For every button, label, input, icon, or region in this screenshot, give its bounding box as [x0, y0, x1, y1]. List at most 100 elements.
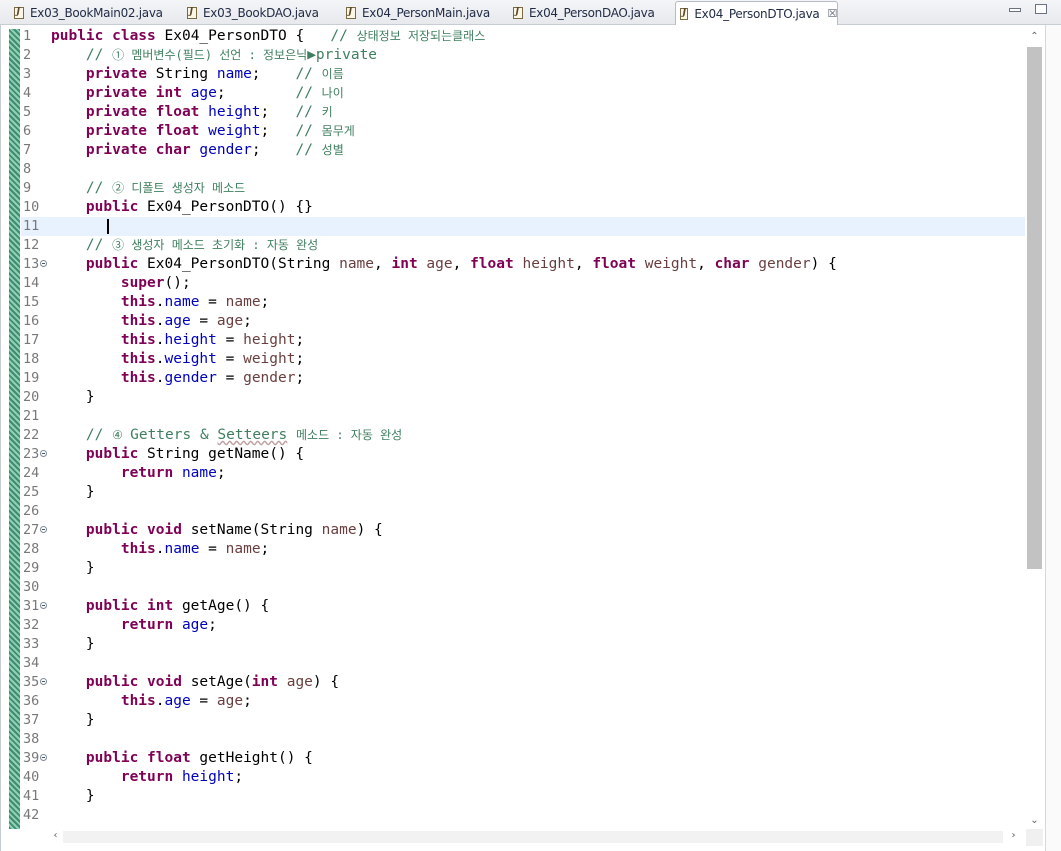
- code-line[interactable]: 25 }: [21, 483, 1025, 502]
- code-line[interactable]: 17 this.height = height;: [21, 331, 1025, 350]
- code-token: private float: [85, 123, 209, 139]
- code-line[interactable]: 24 return name;: [21, 464, 1025, 483]
- code-token: }: [51, 484, 95, 500]
- code-token: //: [295, 85, 322, 101]
- code-token: .: [155, 313, 165, 329]
- line-number: 1: [23, 28, 32, 44]
- code-text: // ③ 생성자 메소드 초기화 : 자동 완성: [51, 236, 318, 255]
- horizontal-scroll-thumb[interactable]: [63, 831, 1003, 843]
- code-line[interactable]: 16 this.age = age;: [21, 312, 1025, 331]
- code-line[interactable]: 11: [21, 217, 1025, 236]
- line-number: 40: [23, 769, 40, 785]
- collapse-icon[interactable]: [40, 260, 47, 267]
- code-area[interactable]: 1 public class Ex04_PersonDTO { // 상태정보 저…: [21, 27, 1025, 829]
- code-line[interactable]: 26: [21, 502, 1025, 521]
- code-token: Setteers: [217, 427, 288, 443]
- code-token: .: [155, 351, 165, 367]
- code-line[interactable]: 32 return age;: [21, 616, 1025, 635]
- code-line[interactable]: 12 // ③ 생성자 메소드 초기화 : 자동 완성: [21, 236, 1025, 255]
- code-line[interactable]: 18 this.weight = weight;: [21, 350, 1025, 369]
- code-token: ③ 생성자 메소드 초기화 : 자동 완성: [112, 238, 319, 252]
- tab-ex04-personmain[interactable]: Ex04_PersonMain.java: [342, 1, 508, 24]
- code-line[interactable]: 31 public int getAge() {: [21, 597, 1025, 616]
- vertical-scrollbar[interactable]: ⌃ ⌄: [1026, 29, 1043, 829]
- code-line[interactable]: 37 }: [21, 711, 1025, 730]
- code-text: this.height = height;: [51, 331, 304, 350]
- collapse-icon[interactable]: [40, 450, 47, 457]
- tab-ex04-persondto[interactable]: Ex04_PersonDTO.java ☒: [675, 1, 838, 25]
- code-line[interactable]: 38: [21, 730, 1025, 749]
- code-line[interactable]: 30: [21, 578, 1025, 597]
- collapse-icon[interactable]: [40, 754, 47, 761]
- code-line[interactable]: 10 public Ex04_PersonDTO() {}: [21, 198, 1025, 217]
- scroll-up-icon[interactable]: ⌃: [1026, 31, 1043, 42]
- vertical-scroll-thumb[interactable]: [1027, 47, 1042, 569]
- scroll-right-icon[interactable]: ›: [1005, 830, 1022, 841]
- horizontal-scrollbar[interactable]: ‹ ›: [45, 829, 1026, 845]
- code-line[interactable]: 39 public float getHeight() {: [21, 749, 1025, 768]
- tab-label: Ex04_PersonDAO.java: [529, 5, 655, 20]
- tab-ex03-bookdao[interactable]: Ex03_BookDAO.java: [183, 1, 341, 24]
- code-line[interactable]: 1 public class Ex04_PersonDTO { // 상태정보 저…: [21, 27, 1025, 46]
- code-line[interactable]: 40 return height;: [21, 768, 1025, 787]
- code-line[interactable]: 8: [21, 160, 1025, 179]
- collapse-icon[interactable]: [40, 602, 47, 609]
- code-token: name: [164, 294, 200, 310]
- scroll-down-icon[interactable]: ⌄: [1026, 815, 1043, 826]
- code-line[interactable]: 6 private float weight; // 몸무게: [21, 122, 1025, 141]
- tab-ex04-persondao[interactable]: Ex04_PersonDAO.java: [509, 1, 673, 24]
- collapse-icon[interactable]: [40, 526, 47, 533]
- java-file-icon: [513, 6, 523, 19]
- line-number: 33: [23, 636, 40, 652]
- scroll-left-icon[interactable]: ‹: [47, 830, 64, 841]
- code-line[interactable]: 20 }: [21, 388, 1025, 407]
- line-number: 16: [23, 313, 40, 329]
- code-line[interactable]: 21: [21, 407, 1025, 426]
- code-token: private char: [85, 142, 200, 158]
- code-token: .: [155, 332, 165, 348]
- code-token: age: [216, 313, 244, 329]
- code-line[interactable]: 34: [21, 654, 1025, 673]
- editor-tab-bar: Ex03_BookMain02.java Ex03_BookDAO.java E…: [0, 0, 1061, 25]
- code-line[interactable]: 13 public Ex04_PersonDTO(String name, in…: [21, 255, 1025, 274]
- code-line[interactable]: 36 this.age = age;: [21, 692, 1025, 711]
- code-line[interactable]: 22 // ④ Getters & Setteers 메소드 : 자동 완성: [21, 426, 1025, 445]
- minimize-icon[interactable]: [1009, 8, 1021, 12]
- code-line[interactable]: 9 // ② 디폴트 생성자 메소드: [21, 179, 1025, 198]
- code-line[interactable]: 15 this.name = name;: [21, 293, 1025, 312]
- code-line[interactable]: 41 }: [21, 787, 1025, 806]
- close-tab-icon[interactable]: ☒: [827, 7, 837, 20]
- code-line[interactable]: 29 }: [21, 559, 1025, 578]
- code-line[interactable]: 33 }: [21, 635, 1025, 654]
- code-editor[interactable]: 1 public class Ex04_PersonDTO { // 상태정보 저…: [0, 25, 1061, 851]
- code-token: ,: [574, 256, 593, 272]
- collapse-icon[interactable]: [40, 678, 47, 685]
- code-line[interactable]: 4 private int age; // 나이: [21, 84, 1025, 103]
- tab-ex03-bookmain02[interactable]: Ex03_BookMain02.java: [10, 1, 182, 24]
- code-text: public void setName(String name) {: [51, 521, 383, 540]
- code-token: height: [522, 256, 575, 272]
- code-line[interactable]: 14 super();: [21, 274, 1025, 293]
- code-line[interactable]: 23 public String getName() {: [21, 445, 1025, 464]
- code-line[interactable]: 19 this.gender = gender;: [21, 369, 1025, 388]
- code-line[interactable]: 3 private String name; // 이름: [21, 65, 1025, 84]
- maximize-icon[interactable]: [1035, 4, 1047, 14]
- line-number: 42: [23, 807, 40, 823]
- code-line[interactable]: 7 private char gender; // 성별: [21, 141, 1025, 160]
- code-text: super();: [51, 274, 191, 293]
- code-line[interactable]: 2 // ① 멤버변수(필드) 선언 : 정보은닉▶private: [21, 46, 1025, 65]
- code-token: age: [164, 313, 191, 329]
- code-token: ;: [295, 351, 305, 367]
- code-line[interactable]: 28 this.name = name;: [21, 540, 1025, 559]
- code-line[interactable]: 27 public void setName(String name) {: [21, 521, 1025, 540]
- code-token: this: [120, 693, 156, 709]
- code-line[interactable]: 35 public void setAge(int age) {: [21, 673, 1025, 692]
- code-line[interactable]: 42: [21, 806, 1025, 825]
- code-line[interactable]: 5 private float height; // 키: [21, 103, 1025, 122]
